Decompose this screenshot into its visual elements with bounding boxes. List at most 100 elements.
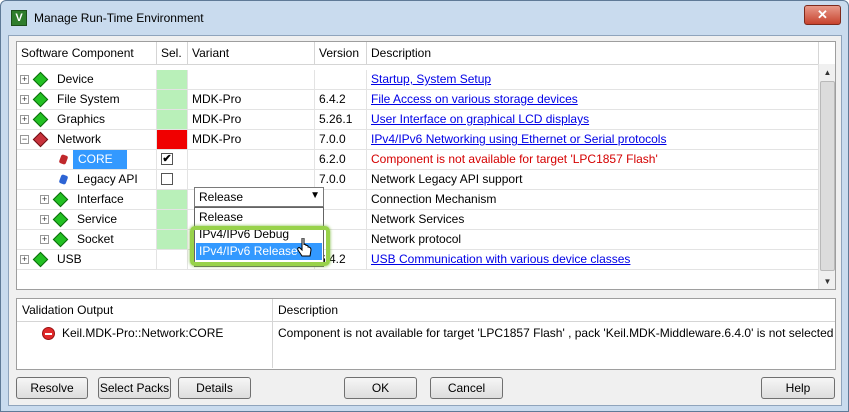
cancel-button[interactable]: Cancel <box>430 377 503 399</box>
component-gem-icon <box>52 231 69 248</box>
close-button[interactable]: ✕ <box>804 5 841 25</box>
select-checkbox[interactable]: ✔ <box>161 153 173 165</box>
resolve-button[interactable]: Resolve <box>16 377 88 399</box>
variant-cell <box>188 70 315 90</box>
column-header-version[interactable]: Version <box>315 42 367 65</box>
tree-row-file-system[interactable]: + File System MDK-Pro 6.4.2 File Access o… <box>17 90 819 110</box>
tree-row-legacy-api[interactable]: Legacy API 7.0.0 Network Legacy API supp… <box>17 170 819 190</box>
expand-icon[interactable]: + <box>20 95 29 104</box>
variant-cell <box>188 150 315 170</box>
component-gem-icon <box>32 131 49 148</box>
dialog-client: Software Component Sel. Variant Version … <box>8 35 842 406</box>
component-gem-icon <box>32 91 49 108</box>
sel-cell: ✔ <box>157 150 188 170</box>
description-text: Network protocol <box>367 230 819 250</box>
component-name: Socket <box>77 232 114 246</box>
component-name: CORE <box>73 150 127 169</box>
tree-row-socket[interactable]: + Socket Network protocol <box>17 230 819 250</box>
column-header-validation-output[interactable]: Validation Output <box>17 299 273 322</box>
component-name: Graphics <box>57 112 106 126</box>
sel-cell <box>157 110 188 130</box>
component-icon <box>58 174 69 185</box>
scroll-thumb[interactable] <box>820 81 835 271</box>
tree-row-service[interactable]: + Service Network Services <box>17 210 819 230</box>
description-text: Connection Mechanism <box>367 190 819 210</box>
component-gem-icon <box>52 211 69 228</box>
sel-cell <box>157 230 188 250</box>
validation-output-text: Keil.MDK-Pro::Network:CORE <box>62 326 224 340</box>
version-cell: 7.0.0 <box>315 130 367 150</box>
component-gem-icon <box>32 111 49 128</box>
select-checkbox[interactable] <box>161 173 173 185</box>
component-gem-icon <box>52 191 69 208</box>
vertical-scrollbar[interactable]: ▲ ▼ <box>818 64 835 289</box>
expand-icon[interactable]: + <box>20 115 29 124</box>
select-packs-button[interactable]: Select Packs <box>98 377 171 399</box>
description-link[interactable]: IPv4/IPv6 Networking using Ethernet or S… <box>371 132 666 146</box>
column-header-description[interactable]: Description <box>367 42 819 65</box>
component-name: File System <box>57 92 120 106</box>
tree-row-core[interactable]: CORE ✔ 6.2.0 Component is not available … <box>17 150 819 170</box>
tree-row-usb[interactable]: +USB MDK-Pro 6.4.2 USB Communication wit… <box>17 250 819 270</box>
scroll-down-arrow-icon[interactable]: ▼ <box>820 274 835 289</box>
component-name: Service <box>77 212 118 226</box>
tree-row-network[interactable]: − Network MDK-Pro 7.0.0 IPv4/IPv6 Network… <box>17 130 819 150</box>
sel-cell <box>157 190 188 210</box>
variant-dropdown[interactable]: Release ▼ <box>194 187 324 207</box>
component-name: Legacy API <box>77 172 138 186</box>
validation-output-table: Validation Output Description Keil.MDK-P… <box>16 298 836 370</box>
component-name: USB <box>57 252 82 266</box>
description-link[interactable]: Startup, System Setup <box>371 72 491 86</box>
details-button[interactable]: Details <box>178 377 251 399</box>
component-gem-icon <box>32 71 49 88</box>
dropdown-option-release[interactable]: Release <box>196 209 322 226</box>
column-header-description[interactable]: Description <box>273 299 835 322</box>
collapse-icon[interactable]: − <box>20 135 29 144</box>
expand-icon[interactable]: + <box>40 235 49 244</box>
help-button[interactable]: Help <box>761 377 835 399</box>
sel-cell <box>157 210 188 230</box>
window-title: Manage Run-Time Environment <box>34 11 204 25</box>
column-header-sel[interactable]: Sel. <box>157 42 188 65</box>
sel-cell <box>157 170 188 190</box>
variant-dropdown-value: Release <box>199 190 244 204</box>
column-header-software-component[interactable]: Software Component <box>17 42 157 65</box>
tree-row-interface[interactable]: + Interface Connection Mechanism <box>17 190 819 210</box>
error-stop-icon <box>42 327 55 340</box>
hand-cursor-icon <box>297 238 312 257</box>
validation-description-cell: Component is not available for target 'L… <box>273 322 835 368</box>
component-name: Device <box>57 72 94 86</box>
tree-row-device[interactable]: + Device Startup, System Setup <box>17 70 819 90</box>
expand-icon[interactable]: + <box>20 255 29 264</box>
expand-icon[interactable]: + <box>40 215 49 224</box>
description-link[interactable]: User Interface on graphical LCD displays <box>371 112 589 126</box>
column-header-variant[interactable]: Variant <box>188 42 315 65</box>
description-link[interactable]: File Access on various storage devices <box>371 92 578 106</box>
validation-description-text: Component is not available for target 'L… <box>278 326 834 340</box>
component-name: Interface <box>77 192 124 206</box>
tree-row-graphics[interactable]: + Graphics MDK-Pro 5.26.1 User Interface … <box>17 110 819 130</box>
variant-cell: MDK-Pro <box>188 130 315 150</box>
component-gem-icon <box>32 251 49 268</box>
chevron-down-icon[interactable]: ▼ <box>310 190 320 201</box>
description-link[interactable]: USB Communication with various device cl… <box>371 252 630 266</box>
sel-cell <box>157 90 188 110</box>
component-icon <box>58 154 69 165</box>
version-cell: 6.4.2 <box>315 90 367 110</box>
component-tree-table: Software Component Sel. Variant Version … <box>16 41 836 290</box>
sel-cell <box>157 70 188 90</box>
expand-icon[interactable]: + <box>20 75 29 84</box>
scroll-up-arrow-icon[interactable]: ▲ <box>820 65 835 80</box>
validation-output-cell[interactable]: Keil.MDK-Pro::Network:CORE <box>17 322 273 368</box>
variant-cell: MDK-Pro <box>188 90 315 110</box>
sel-cell <box>157 250 188 270</box>
sel-cell <box>157 130 188 150</box>
title-bar[interactable]: V Manage Run-Time Environment ✕ <box>1 1 848 35</box>
expand-icon[interactable]: + <box>40 195 49 204</box>
description-error: Component is not available for target 'L… <box>367 150 819 170</box>
version-cell: 5.26.1 <box>315 110 367 130</box>
ok-button[interactable]: OK <box>344 377 417 399</box>
version-cell <box>315 70 367 90</box>
variant-cell: MDK-Pro <box>188 110 315 130</box>
description-text: Network Services <box>367 210 819 230</box>
